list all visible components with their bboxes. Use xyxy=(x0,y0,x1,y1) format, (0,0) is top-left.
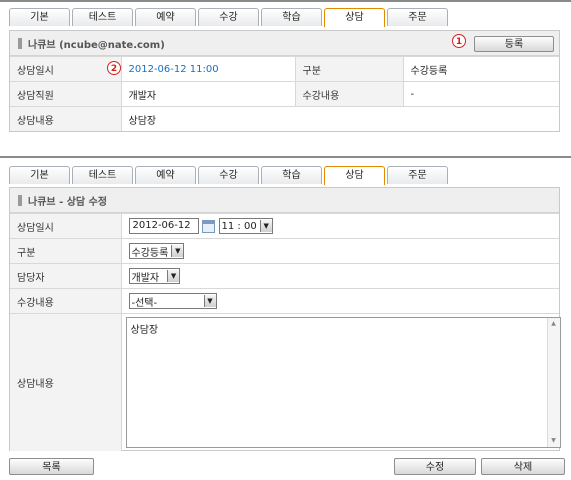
textarea-scrollbar[interactable]: ▲ ▼ xyxy=(546,318,560,447)
table-row: 구분 수강등록 ▼ xyxy=(10,238,559,264)
tab-course[interactable]: 수강 xyxy=(198,8,259,26)
scroll-down-icon[interactable]: ▼ xyxy=(549,436,559,446)
consultation-view-panel: 나큐브 (ncube@nate.com) 등록 상담일시 2012-06-12 … xyxy=(9,30,560,132)
table-row: 담당자 개발자 ▼ xyxy=(10,263,559,289)
view-panel-header: 나큐브 (ncube@nate.com) 등록 xyxy=(10,31,559,56)
datetime-label: 상담일시 xyxy=(10,213,121,239)
table-row: 상담일시 2012-06-12 11:00 구분 수강등록 xyxy=(10,56,559,82)
staff-value: 개발자 xyxy=(120,81,295,107)
datetime-link[interactable]: 2012-06-12 11:00 xyxy=(129,64,219,75)
register-button[interactable]: 등록 xyxy=(474,36,554,52)
top-divider xyxy=(0,0,571,2)
table-row: 상담내용 상담장 ▲ ▼ xyxy=(10,313,561,451)
tab-basic[interactable]: 기본 xyxy=(9,166,70,184)
tab-order[interactable]: 주문 xyxy=(387,8,448,26)
tab-course[interactable]: 수강 xyxy=(198,166,259,184)
course-label: 수강내용 xyxy=(10,288,121,314)
content-label: 상담내용 xyxy=(10,313,121,451)
chevron-down-icon: ▼ xyxy=(167,270,180,282)
category-value: 수강등록 xyxy=(402,56,559,82)
time-select-value: 11 : 00 xyxy=(221,220,257,232)
tab-learning[interactable]: 학습 xyxy=(261,166,322,184)
category-label: 구분 xyxy=(294,56,403,82)
edit-panel-title: 나큐브 - 상담 수정 xyxy=(28,196,107,208)
view-detail-table: 상담일시 2012-06-12 11:00 구분 수강등록 상담직원 개발자 수… xyxy=(10,56,559,131)
tab-test[interactable]: 테스트 xyxy=(72,166,133,184)
content-value: 상담장 xyxy=(120,106,559,131)
staff-label: 상담직원 xyxy=(10,81,121,107)
delete-button[interactable]: 삭제 xyxy=(481,458,565,475)
tab-reservation[interactable]: 예약 xyxy=(135,8,196,26)
header-bar-icon xyxy=(18,194,22,206)
header-bar-icon xyxy=(18,37,22,49)
course-value: - xyxy=(402,81,559,107)
content-textarea[interactable]: 상담장 ▲ ▼ xyxy=(125,317,561,448)
list-button[interactable]: 목록 xyxy=(9,458,94,475)
tab-test[interactable]: 테스트 xyxy=(72,8,133,26)
table-row: 상담일시 2012-06-12 11 : 00 ▼ xyxy=(10,213,559,239)
tab-consultation[interactable]: 상담 xyxy=(324,166,385,185)
course-select-value: -선택- xyxy=(131,297,158,309)
manager-select[interactable]: 개발자 ▼ xyxy=(128,268,181,284)
tab-consultation[interactable]: 상담 xyxy=(324,8,385,27)
time-select[interactable]: 11 : 00 ▼ xyxy=(218,218,273,234)
view-panel-title: 나큐브 (ncube@nate.com) xyxy=(28,39,165,51)
date-input[interactable]: 2012-06-12 xyxy=(128,218,199,234)
tab-basic[interactable]: 기본 xyxy=(9,8,70,26)
edit-panel-header: 나큐브 - 상담 수정 xyxy=(10,188,559,213)
tab-reservation[interactable]: 예약 xyxy=(135,166,196,184)
table-row: 상담내용 상담장 xyxy=(10,106,559,131)
calendar-icon[interactable] xyxy=(201,219,215,233)
consultation-edit-panel: 나큐브 - 상담 수정 상담일시 2012-06-12 11 : 00 ▼ 구분 수… xyxy=(9,187,561,451)
manager-select-value: 개발자 xyxy=(131,272,160,284)
table-row: 상담직원 개발자 수강내용 - xyxy=(10,81,559,107)
edit-form-table: 상담일시 2012-06-12 11 : 00 ▼ 구분 수강등록 ▼ 담당자 개발자… xyxy=(10,213,561,451)
section-divider xyxy=(0,156,571,158)
chevron-down-icon: ▼ xyxy=(259,220,272,232)
course-select[interactable]: -선택- ▼ xyxy=(128,293,217,309)
edit-button[interactable]: 수정 xyxy=(394,458,476,475)
category-label: 구분 xyxy=(10,238,121,264)
callout-badge-2: 2 xyxy=(107,61,121,75)
category-select[interactable]: 수강등록 ▼ xyxy=(128,243,185,259)
upper-tab-bar: 기본 테스트 예약 수강 학습 상담 주문 xyxy=(9,8,448,27)
category-select-value: 수강등록 xyxy=(131,247,169,259)
lower-tab-bar: 기본 테스트 예약 수강 학습 상담 주문 xyxy=(9,166,448,185)
datetime-label: 상담일시 xyxy=(10,56,121,82)
chevron-down-icon: ▼ xyxy=(171,245,184,257)
content-textarea-value: 상담장 xyxy=(130,325,159,336)
callout-badge-1: 1 xyxy=(452,34,466,48)
scroll-up-icon[interactable]: ▲ xyxy=(549,319,559,329)
manager-label: 담당자 xyxy=(10,263,121,289)
tab-order[interactable]: 주문 xyxy=(387,166,448,184)
content-label: 상담내용 xyxy=(10,106,121,131)
table-row: 수강내용 -선택- ▼ xyxy=(10,288,559,314)
course-label: 수강내용 xyxy=(294,81,403,107)
chevron-down-icon: ▼ xyxy=(203,295,216,307)
tab-learning[interactable]: 학습 xyxy=(261,8,322,26)
